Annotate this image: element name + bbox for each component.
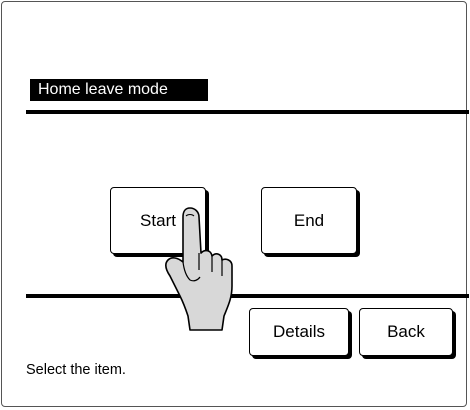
title-divider (26, 110, 469, 114)
details-button-label: Details (273, 322, 325, 341)
back-button-label: Back (387, 322, 425, 341)
screen-title: Home leave mode (30, 79, 208, 101)
end-button-label: End (293, 210, 325, 230)
end-button[interactable]: End (261, 187, 357, 254)
pointing-hand-icon (165, 207, 233, 331)
footer-divider (26, 294, 469, 298)
back-button[interactable]: Back (359, 308, 453, 356)
status-message: Select the item. (26, 362, 126, 378)
details-button[interactable]: Details (249, 308, 349, 356)
